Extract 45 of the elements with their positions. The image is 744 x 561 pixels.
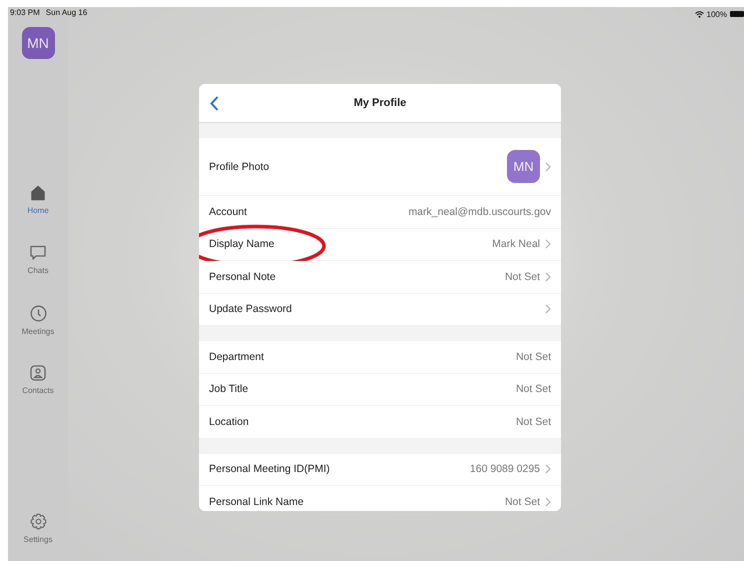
- profile-row[interactable]: Profile Photo MN: [199, 138, 561, 196]
- row-value: Not Set: [516, 383, 551, 396]
- profile-row[interactable]: Update Password: [199, 294, 561, 326]
- profile-row[interactable]: Personal Meeting ID(PMI) 160 9089 0295: [199, 454, 561, 486]
- home-icon: [30, 185, 46, 201]
- row-label: Display Name: [209, 238, 274, 250]
- nav-item[interactable]: Meetings: [10, 303, 66, 363]
- dialog-title: My Profile: [352, 97, 408, 109]
- row-label: Job Title: [209, 383, 248, 396]
- row-label: Update Password: [209, 303, 292, 316]
- battery-icon: [730, 11, 744, 17]
- row-label: Department: [209, 350, 264, 363]
- row-value: mark_neal@mdb.uscourts.gov: [408, 206, 551, 218]
- row-value: 160 9089 0295: [470, 463, 540, 476]
- nav-item[interactable]: Settings: [10, 511, 66, 559]
- profile-row[interactable]: Personal Link Name Not Set: [199, 486, 561, 511]
- profile-row[interactable]: Job Title Not Set: [199, 374, 561, 406]
- nav-item[interactable]: Contacts: [10, 363, 66, 423]
- profile-row[interactable]: Account mark_neal@mdb.uscourts.gov: [199, 196, 561, 228]
- profile-row[interactable]: Personal Note Not Set: [199, 261, 561, 294]
- battery-percentage: 100%: [706, 10, 727, 18]
- row-value: Not Set: [516, 350, 551, 363]
- status-time: 9:03 PM: [10, 8, 40, 17]
- row-label: Personal Link Name: [209, 496, 304, 508]
- status-date: Sun Aug 16: [46, 8, 88, 17]
- row-value: Not Set: [516, 416, 551, 428]
- row-label: Account: [209, 206, 247, 218]
- row-value: Mark Neal: [492, 238, 540, 250]
- row-label: Personal Note: [209, 270, 276, 283]
- row-label: Personal Meeting ID(PMI): [209, 463, 330, 476]
- row-label: Profile Photo: [209, 160, 270, 172]
- contact-icon: [30, 365, 46, 381]
- nav-item[interactable]: Chats: [10, 243, 66, 303]
- user-avatar[interactable]: MN: [22, 27, 54, 59]
- profile-row[interactable]: Department Not Set: [199, 341, 561, 374]
- profile-avatar: MN: [507, 150, 540, 183]
- profile-row[interactable]: Location Not Set: [199, 406, 561, 438]
- settings-icon: [30, 513, 46, 530]
- row-label: Location: [209, 416, 249, 428]
- back-icon[interactable]: [210, 96, 218, 110]
- row-value: Not Set: [504, 496, 540, 508]
- chat-bubble-icon: [29, 245, 47, 261]
- wifi-icon: [694, 10, 704, 18]
- row-value: Not Set: [504, 270, 540, 283]
- clock-icon: [30, 305, 46, 322]
